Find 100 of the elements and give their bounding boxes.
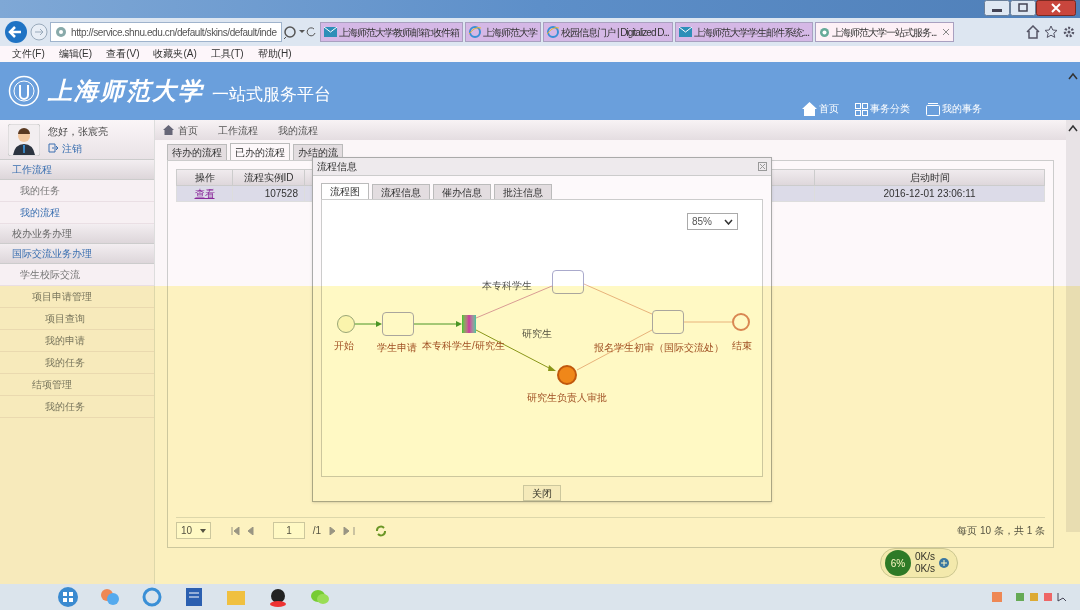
home-icon xyxy=(802,102,817,116)
caret-icon xyxy=(724,218,733,225)
page-icon xyxy=(818,26,830,38)
menu-item[interactable]: 收藏夹(A) xyxy=(153,46,197,60)
star-icon[interactable] xyxy=(1044,25,1058,39)
page-icon xyxy=(55,26,67,38)
back-button[interactable] xyxy=(4,20,28,44)
maximize-button[interactable] xyxy=(1010,0,1036,16)
node-label: 开始 xyxy=(334,340,354,352)
dialog-title: 流程信息 xyxy=(317,160,357,174)
scroll-up-icon[interactable] xyxy=(1068,72,1078,80)
tab[interactable]: 已办的流程 xyxy=(230,143,290,160)
browser-tab[interactable]: 上海师范大学教师邮箱::收件箱 xyxy=(319,22,464,42)
logout-link[interactable]: 注销 xyxy=(48,140,108,156)
university-seal-icon xyxy=(8,75,40,107)
start-event xyxy=(337,315,355,333)
node-label: 学生申请 xyxy=(377,342,417,354)
browser-icon xyxy=(547,26,560,38)
menu-item[interactable]: 工具(T) xyxy=(210,46,244,60)
sidebar-item[interactable]: 我的申请 xyxy=(0,330,154,352)
close-icon[interactable] xyxy=(942,28,951,36)
end-event xyxy=(732,313,750,331)
breadcrumb-link[interactable]: 首页 xyxy=(163,122,214,138)
node-label: 研究生负责人审批 xyxy=(527,392,607,404)
forward-button[interactable] xyxy=(30,23,48,41)
search-icon[interactable] xyxy=(283,25,318,39)
avatar-icon xyxy=(8,123,40,156)
address-bar[interactable]: http://service.shnu.edu.cn/default/skins/default/inde xyxy=(50,22,282,42)
caret-icon xyxy=(200,528,207,533)
edge-label: 本专科学生 xyxy=(482,280,532,292)
menu-item[interactable]: 编辑(E) xyxy=(58,46,93,60)
node-label: 报名学生初审（国际交流处） xyxy=(594,342,724,354)
task-node xyxy=(552,270,584,294)
menu-item[interactable]: 文件(F) xyxy=(12,46,45,60)
minimize-button[interactable] xyxy=(984,0,1010,16)
browser-tab[interactable]: 校园信息门户 | Digitalized D... xyxy=(543,22,673,42)
zoom-select[interactable]: 85% xyxy=(687,213,738,230)
menu-item[interactable]: 查看(V) xyxy=(106,46,140,60)
envelope-icon xyxy=(323,27,337,37)
tab[interactable]: 流程信息 xyxy=(372,184,430,199)
scrollbar[interactable] xyxy=(1066,120,1080,532)
settings-icon[interactable] xyxy=(1062,25,1076,39)
column-header: 流程实例ID xyxy=(232,169,305,186)
tab[interactable]: 待办的流程 xyxy=(167,144,227,160)
node-label: 本专科学生/研究生 xyxy=(422,340,505,352)
sidebar-item[interactable]: 学生校际交流 xyxy=(0,264,154,286)
envelope-icon xyxy=(678,27,692,37)
close-dialog-button[interactable]: 关闭 xyxy=(523,485,561,501)
sidebar-section[interactable]: 工作流程 xyxy=(0,160,154,180)
flow-arrow xyxy=(354,321,382,327)
gateway-node xyxy=(462,315,476,333)
refresh-icon[interactable] xyxy=(375,524,388,537)
download-speed: 0K/s xyxy=(915,563,935,575)
table-cell: 107528 xyxy=(232,185,305,202)
menu-item[interactable]: 帮助(H) xyxy=(257,46,292,60)
home-icon xyxy=(163,125,174,135)
active-task-icon xyxy=(557,365,577,385)
next-last-icon[interactable] xyxy=(329,526,356,535)
percent-gauge: 6% xyxy=(885,550,911,576)
task-node xyxy=(382,312,414,336)
logout-icon xyxy=(48,143,58,153)
sidebar-item[interactable]: 项目申请管理 xyxy=(0,286,154,308)
pager-summary: 每页 10 条，共 1 条 xyxy=(957,524,1045,538)
university-logo: 上海师范大学 xyxy=(48,75,204,107)
column-header: 操作 xyxy=(176,169,233,186)
plus-icon[interactable] xyxy=(939,558,949,568)
sidebar-item[interactable]: 我的任务 xyxy=(0,180,154,202)
tab[interactable]: 办结的流 xyxy=(293,144,343,160)
column-header: 启动时间 xyxy=(814,169,1045,186)
site-title: 一站式服务平台 xyxy=(212,84,331,107)
tab[interactable]: 催办信息 xyxy=(433,184,491,199)
sidebar-item[interactable]: 我的任务 xyxy=(0,352,154,374)
browser-icon xyxy=(469,26,482,38)
browser-tab[interactable]: 上海师范大学一站式服务... xyxy=(814,22,955,42)
breadcrumb-link[interactable]: 工作流程 xyxy=(218,122,274,138)
page-total: /1 xyxy=(312,524,322,538)
folder-icon xyxy=(926,103,940,116)
sidebar-item[interactable]: 项目查询 xyxy=(0,308,154,330)
upload-speed: 0K/s xyxy=(915,551,935,563)
browser-tab[interactable]: 上海师范大学学生邮件系统:... xyxy=(674,22,813,42)
sidebar-section[interactable]: 校办业务办理 xyxy=(0,224,154,244)
home-icon[interactable] xyxy=(1026,25,1040,39)
breadcrumb-link[interactable]: 我的流程 xyxy=(278,122,334,138)
user-greeting: 您好，张宸亮 xyxy=(48,124,108,139)
flow-arrow xyxy=(413,321,462,327)
url-text: http://service.shnu.edu.cn/default/skins/default/inde xyxy=(71,25,277,40)
page-size-select[interactable]: 10 xyxy=(176,522,212,539)
table-cell: 2016-12-01 23:06:11 xyxy=(814,185,1045,202)
edge-label: 研究生 xyxy=(522,328,552,340)
task-node xyxy=(652,310,684,334)
node-label: 结束 xyxy=(732,340,752,352)
tab[interactable]: 流程图 xyxy=(321,183,369,199)
sidebar-section[interactable]: 国际交流业务办理 xyxy=(0,244,154,264)
page-field[interactable]: 1 xyxy=(273,522,305,539)
sidebar-item[interactable]: 结项管理 xyxy=(0,374,154,396)
sidebar-item[interactable]: 我的任务 xyxy=(0,396,154,418)
tab[interactable]: 批注信息 xyxy=(494,184,552,199)
close-icon[interactable] xyxy=(758,162,767,171)
close-button[interactable] xyxy=(1036,0,1076,16)
browser-tab[interactable]: 上海师范大学 xyxy=(465,22,542,42)
